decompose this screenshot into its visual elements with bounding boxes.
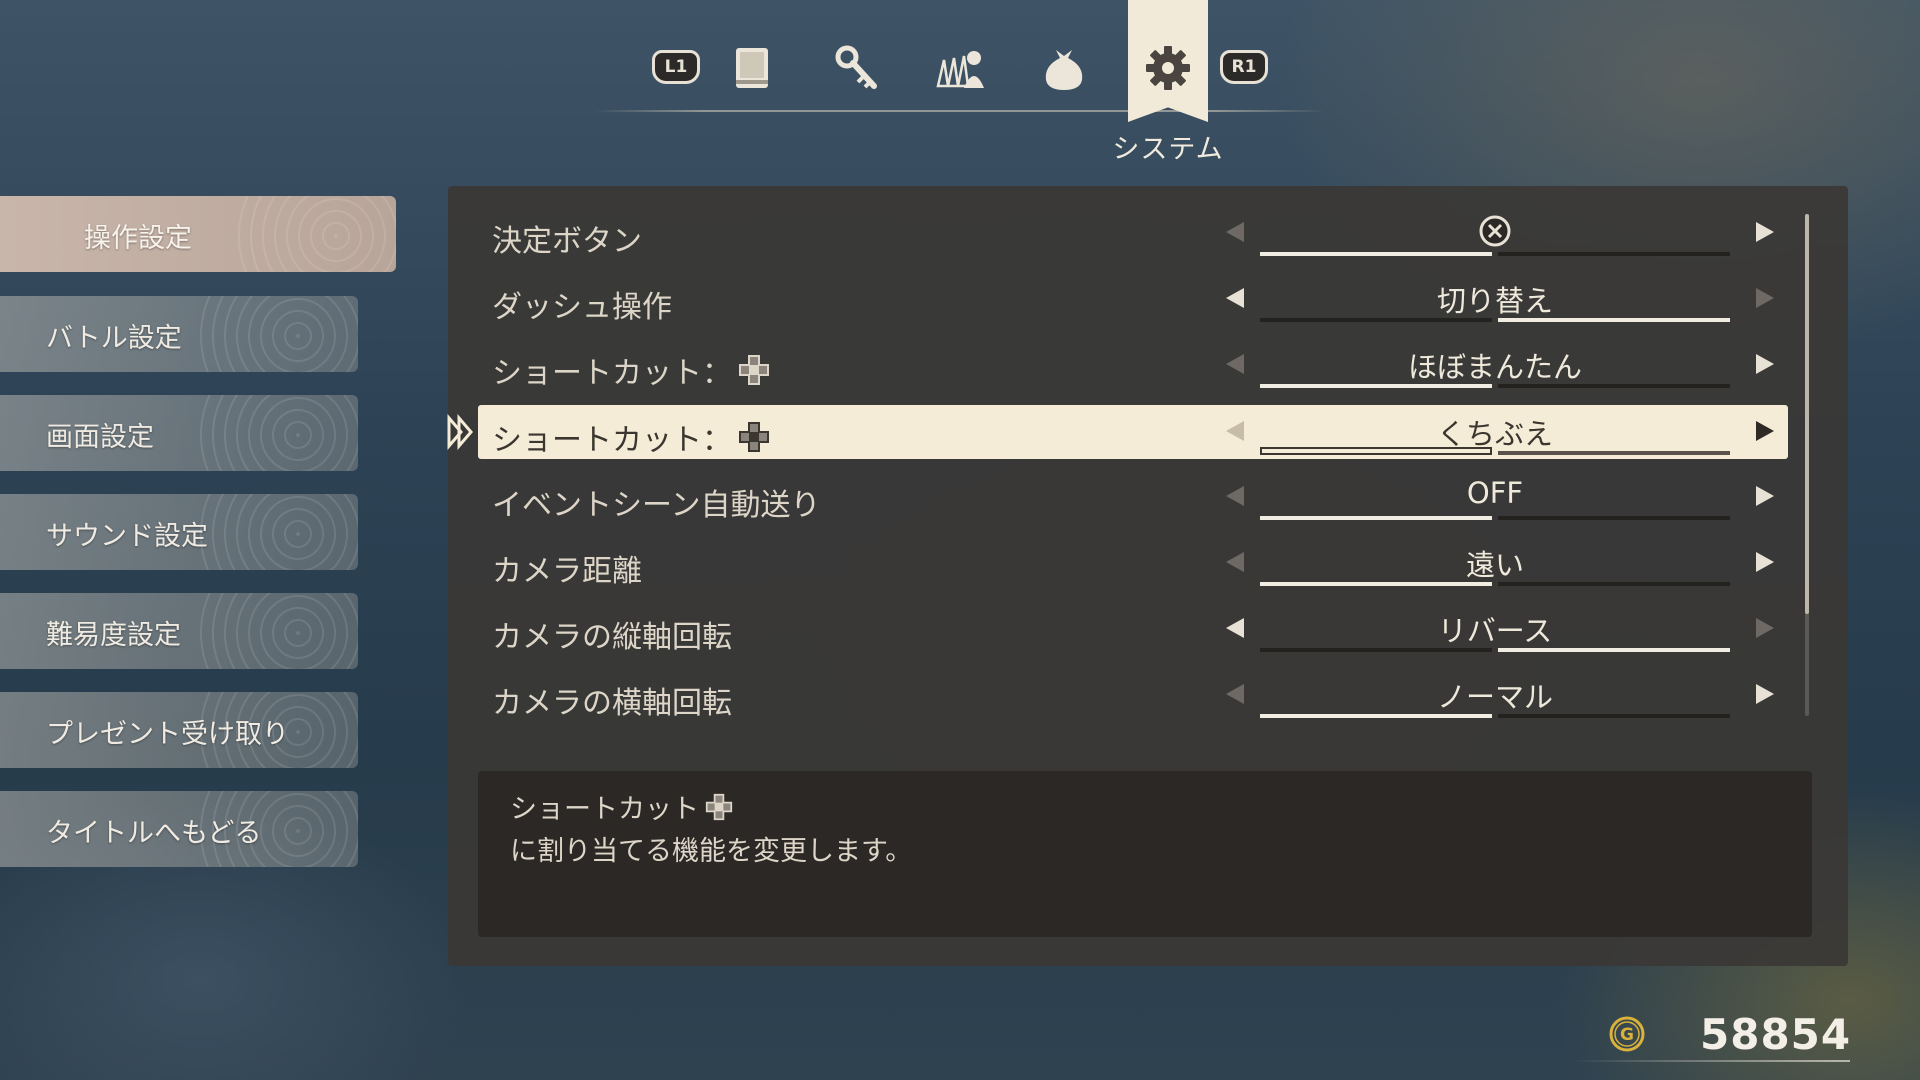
setting-value: 遠い	[1465, 548, 1524, 582]
sidemenu-item-label: サウンド設定	[46, 521, 208, 552]
gold-coin-letter: G	[1620, 1025, 1634, 1045]
arrow-left-icon[interactable]	[1224, 682, 1246, 706]
tab-book[interactable]	[722, 38, 782, 98]
option-slot	[1498, 252, 1730, 256]
setting-value: ノーマル	[1436, 680, 1553, 714]
gold-underline	[1570, 1060, 1850, 1062]
bag-icon	[1045, 50, 1083, 90]
gear-icon	[1146, 46, 1190, 90]
sidemenu-item-label: プレゼント受け取り	[46, 719, 289, 750]
tab-bag[interactable]	[1034, 38, 1094, 98]
sidemenu-item-title[interactable]: タイトルへもどる	[0, 791, 358, 867]
arrow-right-icon[interactable]	[1754, 220, 1776, 244]
setting-row-camera-horizontal[interactable]: カメラの横軸回転 ノーマル	[478, 668, 1788, 722]
option-slot	[1498, 384, 1730, 388]
setting-label: ダッシュ操作	[492, 290, 672, 325]
setting-row-camera-vertical[interactable]: カメラの縦軸回転 リバース	[478, 602, 1788, 656]
arrow-right-icon[interactable]	[1754, 286, 1776, 310]
sidemenu-item-label: 難易度設定	[46, 620, 181, 651]
setting-row-camera-distance[interactable]: カメラ距離 遠い	[478, 536, 1788, 590]
party-icon	[936, 51, 984, 88]
arrow-right-icon[interactable]	[1754, 484, 1776, 508]
arrow-right-icon[interactable]	[1754, 616, 1776, 640]
cross-button-icon	[1479, 215, 1511, 247]
gold-counter: G 58854	[1600, 1006, 1920, 1066]
arrow-left-icon[interactable]	[1224, 286, 1246, 310]
tab-bar-divider	[595, 110, 1325, 112]
description-line-2: に割り当てる機能を変更します。	[510, 836, 913, 867]
option-slot	[1260, 516, 1492, 520]
setting-row-shortcut-2[interactable]: ショートカット： くちぶえ	[478, 405, 1788, 459]
selection-cursor-icon	[447, 414, 473, 450]
setting-label: イベントシーン自動送り	[492, 488, 821, 523]
arrow-right-icon[interactable]	[1754, 682, 1776, 706]
book-icon	[736, 48, 768, 88]
arrow-left-icon[interactable]	[1224, 352, 1246, 376]
setting-row-confirm-button[interactable]: 決定ボタン	[478, 206, 1788, 260]
tab-party[interactable]	[930, 38, 990, 98]
sidemenu-item-label: タイトルへもどる	[46, 818, 262, 849]
option-slot	[1260, 384, 1492, 388]
option-slot	[1498, 318, 1730, 322]
setting-label: カメラの縦軸回転	[492, 620, 732, 655]
active-tab-title: システム	[1112, 134, 1224, 165]
option-slot	[1498, 516, 1730, 520]
setting-value: 切り替え	[1436, 284, 1553, 318]
dpad-icon	[705, 793, 733, 820]
setting-value	[1260, 212, 1730, 248]
option-slot	[1260, 648, 1492, 652]
setting-label: 決定ボタン	[492, 224, 642, 259]
dpad-icon	[739, 422, 769, 452]
setting-label: カメラの横軸回転	[492, 686, 732, 721]
l1-button-icon[interactable]: L1	[652, 50, 700, 84]
setting-row-shortcut-1[interactable]: ショートカット： ほぼまんたん	[478, 338, 1788, 392]
option-slot	[1260, 714, 1492, 718]
setting-value: ほぼまんたん	[1407, 350, 1582, 384]
gold-coin-icon: G	[1609, 1016, 1645, 1052]
setting-row-dash[interactable]: ダッシュ操作 切り替え	[478, 272, 1788, 326]
sidemenu-item-battle[interactable]: バトル設定	[0, 296, 358, 372]
option-slot	[1498, 714, 1730, 718]
scrollbar-thumb[interactable]	[1805, 214, 1809, 614]
setting-value: リバース	[1437, 614, 1553, 648]
key-icon	[835, 45, 877, 89]
arrow-right-icon[interactable]	[1754, 419, 1776, 443]
arrow-left-icon[interactable]	[1224, 484, 1246, 508]
tab-bar: L1 R1 システム	[0, 0, 1920, 165]
option-slot	[1260, 447, 1492, 455]
tab-system-icon-wrap	[1138, 38, 1198, 98]
sidemenu-item-screen[interactable]: 画面設定	[0, 395, 358, 471]
description-line-1: ショートカット	[510, 787, 733, 826]
option-slot	[1260, 318, 1492, 322]
sidemenu-item-sound[interactable]: サウンド設定	[0, 494, 358, 570]
setting-value: OFF	[1466, 476, 1524, 510]
option-slot	[1498, 648, 1730, 652]
arrow-left-icon[interactable]	[1224, 419, 1246, 443]
sidemenu-item-label: バトル設定	[46, 323, 182, 354]
arrow-right-icon[interactable]	[1754, 352, 1776, 376]
option-slot	[1260, 252, 1492, 256]
sidemenu-item-present[interactable]: プレゼント受け取り	[0, 692, 358, 768]
sidemenu-item-controls[interactable]: 操作設定	[0, 196, 396, 272]
arrow-left-icon[interactable]	[1224, 616, 1246, 640]
option-slot	[1498, 451, 1730, 455]
option-slot	[1260, 582, 1492, 586]
dpad-icon	[739, 355, 769, 385]
sidemenu-item-difficulty[interactable]: 難易度設定	[0, 593, 358, 669]
arrow-left-icon[interactable]	[1224, 220, 1246, 244]
description-box: ショートカット に割り当てる機能を変更します。	[478, 771, 1812, 937]
arrow-right-icon[interactable]	[1754, 550, 1776, 574]
setting-row-event-auto[interactable]: イベントシーン自動送り OFF	[478, 470, 1788, 524]
gold-value: 58854	[1700, 1010, 1852, 1059]
arrow-left-icon[interactable]	[1224, 550, 1246, 574]
tab-key[interactable]	[826, 38, 886, 98]
r1-button-icon[interactable]: R1	[1220, 50, 1268, 84]
sidemenu-item-label: 操作設定	[84, 223, 192, 254]
option-slot	[1498, 582, 1730, 586]
setting-label: ショートカット：	[492, 415, 770, 459]
setting-label: カメラ距離	[492, 554, 642, 589]
sidemenu-item-label: 画面設定	[46, 422, 154, 453]
setting-label: ショートカット：	[492, 348, 770, 392]
